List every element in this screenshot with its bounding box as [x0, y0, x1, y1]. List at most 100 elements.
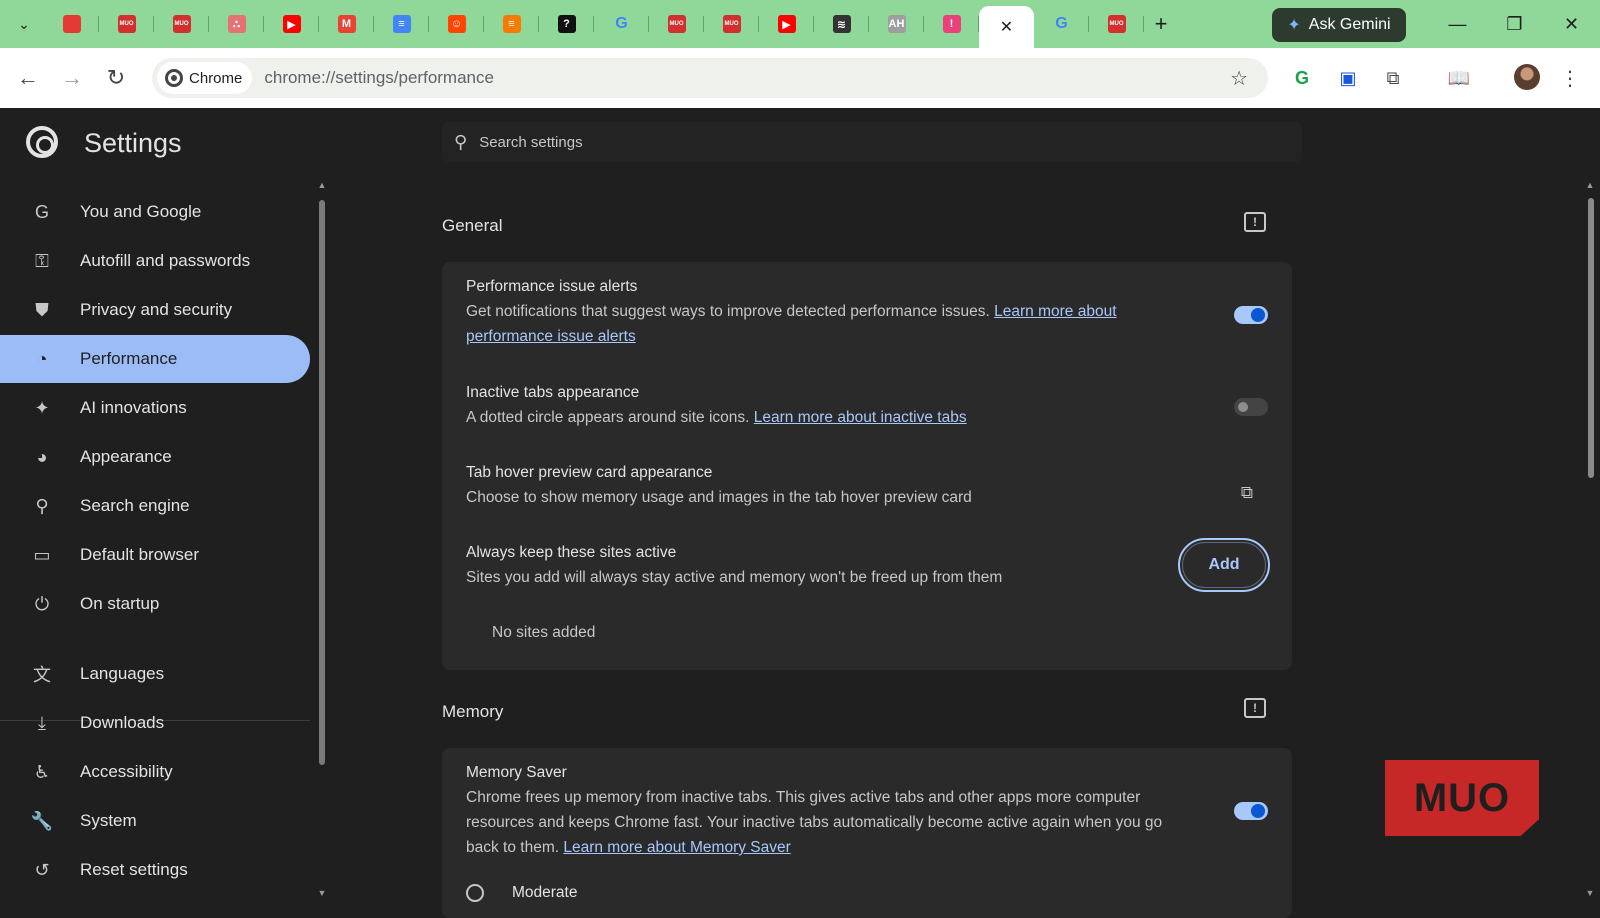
reddit-favicon: ☺ — [447, 15, 466, 33]
tab[interactable]: M — [319, 6, 374, 42]
tab[interactable]: ? — [539, 6, 594, 42]
red-circle-favicon — [62, 15, 81, 33]
sidebar-item-label: Search engine — [80, 496, 190, 515]
pink-favicon: ! — [942, 15, 961, 33]
memory-saver-toggle[interactable] — [1234, 802, 1268, 820]
minimize-icon[interactable]: — — [1429, 0, 1486, 48]
memory-saver-row: Memory Saver Chrome frees up memory from… — [466, 760, 1266, 860]
sidebar-item-on-startup[interactable]: ⏻ On startup — [0, 580, 310, 628]
keep-active-row: Always keep these sites active Sites you… — [466, 540, 1266, 590]
search-icon: ⚲ — [35, 495, 49, 516]
tab[interactable]: MUO — [154, 6, 209, 42]
main-scroll-thumb[interactable] — [1588, 198, 1594, 478]
close-icon[interactable]: ✕ — [998, 18, 1016, 36]
main-scrollbar[interactable]: ▲ ▼ — [1584, 180, 1598, 900]
grammarly-extension-icon[interactable]: G — [1288, 64, 1316, 92]
inactive-tabs-toggle[interactable] — [1234, 398, 1268, 416]
tab[interactable]: AH — [869, 6, 924, 42]
sidebar-item-languages[interactable]: 文 Languages — [0, 650, 310, 698]
sidebar-item-system[interactable]: 🔧 System — [0, 797, 310, 845]
sidebar-item-default-browser[interactable]: ▭ Default browser — [0, 531, 310, 579]
add-site-button[interactable]: Add — [1178, 538, 1270, 592]
sidebar-item-label: On startup — [80, 594, 160, 613]
main-scroll-up-icon[interactable]: ▲ — [1584, 180, 1596, 190]
sidebar-item-you-and-google[interactable]: G You and Google — [0, 188, 310, 236]
sidebar-item-search-engine[interactable]: ⚲ Search engine — [0, 482, 310, 530]
sidebar-item-downloads[interactable]: ⤓ Downloads — [0, 699, 310, 747]
sidebar-item-privacy-and-security[interactable]: ⛊ Privacy and security — [0, 286, 310, 334]
tab[interactable]: G — [1034, 6, 1089, 42]
sidebar-scrollbar[interactable]: ▲ ▼ — [316, 180, 328, 900]
extensions-puzzle-icon[interactable]: ⧉ — [1379, 64, 1407, 92]
moderate-radio[interactable] — [466, 884, 484, 902]
performance-alerts-toggle[interactable] — [1234, 306, 1268, 324]
gmail-favicon: M — [337, 15, 356, 33]
sidebar-item-autofill-and-passwords[interactable]: ⚿ Autofill and passwords — [0, 237, 310, 285]
ask-gemini-button[interactable]: ✦ Ask Gemini — [1272, 8, 1406, 42]
search-settings-input[interactable]: ⚲ Search settings — [442, 122, 1302, 162]
url-text[interactable]: chrome://settings/performance — [264, 68, 494, 88]
page-title: Settings — [84, 128, 182, 158]
inactive-tabs-learn-more-link[interactable]: Learn more about inactive tabs — [754, 409, 967, 426]
moderate-option-label: Moderate — [512, 884, 578, 901]
tab[interactable]: ! — [924, 6, 979, 42]
tab-search-chevron-icon[interactable]: ⌄ — [10, 12, 38, 36]
main-scroll-down-icon[interactable]: ▼ — [1584, 888, 1596, 898]
back-arrow-icon[interactable]: ← — [12, 62, 44, 94]
tab-hover-row[interactable]: Tab hover preview card appearance Choose… — [466, 460, 1266, 510]
tab-list: MUO MUO ∴ ▶ M ≡ ☺ ≡? G MUO MUO ▶ ≋ AH! ✕ G MUO + — [44, 6, 1178, 48]
google-favicon: G — [1055, 15, 1068, 32]
sidebar-item-label: Downloads — [80, 713, 165, 732]
tab[interactable]: ∴ — [209, 6, 264, 42]
sidebar-item-reset-settings[interactable]: ↺ Reset settings — [0, 846, 310, 894]
tab[interactable]: ≡ — [484, 6, 539, 42]
tab[interactable]: MUO — [1089, 6, 1144, 42]
performance-alerts-title: Performance issue alerts — [466, 278, 638, 295]
sidebar-scroll-thumb[interactable] — [319, 200, 325, 765]
forward-arrow-icon[interactable]: → — [56, 62, 88, 94]
tab[interactable]: MUO — [704, 6, 759, 42]
more-menu-icon[interactable]: ⋮ — [1560, 64, 1580, 92]
bookmark-star-icon[interactable]: ☆ — [1230, 66, 1248, 91]
window-close-icon[interactable]: ✕ — [1543, 0, 1600, 48]
tab[interactable]: MUO — [99, 6, 154, 42]
address-bar[interactable]: Chrome chrome://settings/performance ☆ — [152, 58, 1268, 98]
scroll-down-arrow-icon[interactable]: ▼ — [316, 888, 328, 898]
chip-label: Chrome — [189, 69, 243, 87]
sidebar-item-ai-innovations[interactable]: ✦ AI innovations — [0, 384, 310, 432]
sidebar-item-label: Accessibility — [80, 762, 173, 781]
tab[interactable]: ≋ — [814, 6, 869, 42]
sidebar-item-appearance[interactable]: ◕ Appearance — [0, 433, 310, 481]
feedback-icon[interactable]: ! — [1244, 698, 1266, 718]
open-external-icon[interactable]: ⧉ — [1238, 483, 1256, 502]
speedometer-icon: ◔ — [36, 348, 48, 369]
tab[interactable]: ▶ — [264, 6, 319, 42]
tab[interactable]: ▶ — [759, 6, 814, 42]
sidebar-item-label: AI innovations — [80, 398, 187, 417]
tab[interactable]: ☺ — [429, 6, 484, 42]
site-info-chip[interactable]: Chrome — [157, 62, 253, 94]
profile-avatar[interactable] — [1514, 64, 1540, 90]
restore-icon[interactable]: ❐ — [1486, 0, 1543, 48]
search-placeholder: Search settings — [479, 133, 583, 151]
reload-icon[interactable]: ↻ — [100, 62, 132, 94]
red-badge-favicon: MUO — [1107, 15, 1126, 33]
shield-extension-icon[interactable]: ▣ — [1334, 64, 1362, 92]
tab[interactable]: ≡ — [374, 6, 429, 42]
tab[interactable] — [44, 6, 99, 42]
tab[interactable]: MUO — [649, 6, 704, 42]
chrome-logo-icon — [165, 69, 183, 87]
new-tab-plus-icon[interactable]: + — [1144, 6, 1178, 42]
performance-alerts-desc-text: Get notifications that suggest ways to i… — [466, 303, 995, 320]
scroll-up-arrow-icon[interactable]: ▲ — [316, 180, 328, 190]
feedback-icon[interactable]: ! — [1244, 212, 1266, 232]
sidebar-item-performance[interactable]: ◔ Performance — [0, 335, 310, 383]
sidebar-item-accessibility[interactable]: ♿ Accessibility — [0, 748, 310, 796]
dots-favicon: ∴ — [227, 15, 246, 33]
tab[interactable]: G — [594, 6, 649, 42]
reading-mode-icon[interactable]: 📖 — [1445, 64, 1473, 92]
key-icon: ⚿ — [35, 250, 49, 271]
tab-active[interactable]: ✕ — [979, 6, 1034, 48]
red-badge-favicon: MUO — [667, 15, 686, 33]
memory-saver-learn-more-link[interactable]: Learn more about Memory Saver — [563, 839, 790, 856]
